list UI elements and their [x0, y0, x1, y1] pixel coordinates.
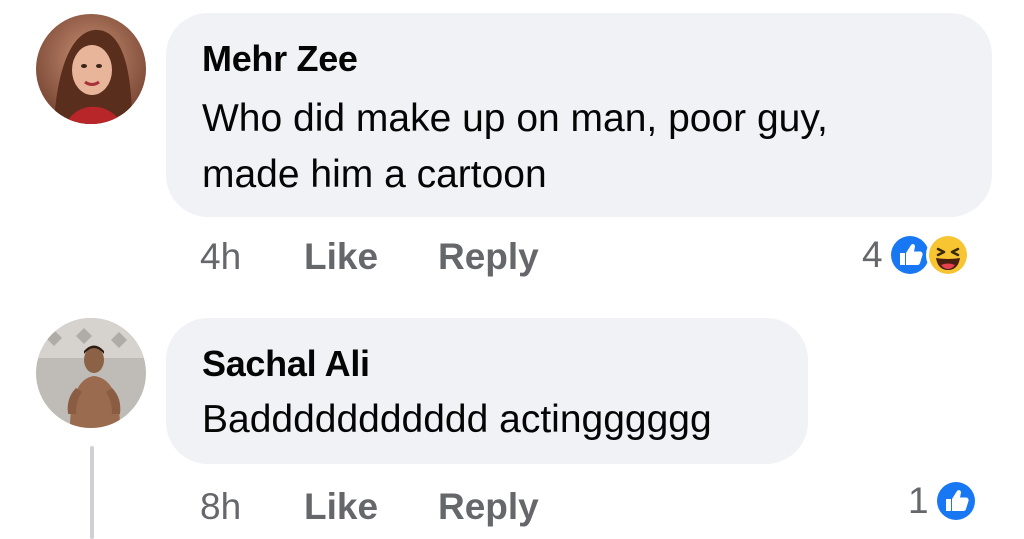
comment: Mehr Zee Who did make up on man, poor gu… [0, 0, 1024, 300]
like-button[interactable]: Like [304, 486, 438, 528]
avatar[interactable] [36, 14, 146, 124]
comment-timestamp[interactable]: 8h [200, 486, 304, 528]
comment-timestamp[interactable]: 4h [200, 236, 304, 278]
comment-text: Who did make up on man, poor guy, made h… [202, 91, 956, 203]
reply-thread-line [90, 446, 94, 539]
comment-actions: 8h Like Reply [200, 486, 539, 528]
comment-actions: 4h Like Reply [200, 236, 539, 278]
reaction-summary[interactable]: 4 [862, 232, 971, 278]
reply-button[interactable]: Reply [438, 236, 539, 278]
reaction-count: 1 [908, 480, 929, 521]
like-button[interactable]: Like [304, 236, 438, 278]
avatar[interactable] [36, 318, 146, 428]
avatar-photo [36, 14, 146, 124]
comment-text-line: made him a cartoon [202, 153, 547, 196]
comment-bubble: Sachal Ali Baddddddddddd actingggggg [166, 318, 808, 464]
comment: Sachal Ali Baddddddddddd actingggggg 8h … [0, 310, 1024, 539]
reply-button[interactable]: Reply [438, 486, 539, 528]
comment-author[interactable]: Mehr Zee [202, 37, 956, 81]
comment-bubble: Mehr Zee Who did make up on man, poor gu… [166, 13, 992, 217]
reaction-summary[interactable]: 1 [908, 478, 979, 524]
haha-reaction-icon [925, 233, 970, 277]
comment-text-line: Who did make up on man, poor guy, [202, 97, 828, 140]
comment-text: Baddddddddddd actingggggg [202, 392, 772, 448]
comment-author[interactable]: Sachal Ali [202, 342, 772, 386]
avatar-photo [36, 318, 146, 428]
comment-text-line: Baddddddddddd actingggggg [202, 398, 712, 441]
like-reaction-icon [933, 479, 978, 523]
reaction-count: 4 [862, 234, 883, 275]
